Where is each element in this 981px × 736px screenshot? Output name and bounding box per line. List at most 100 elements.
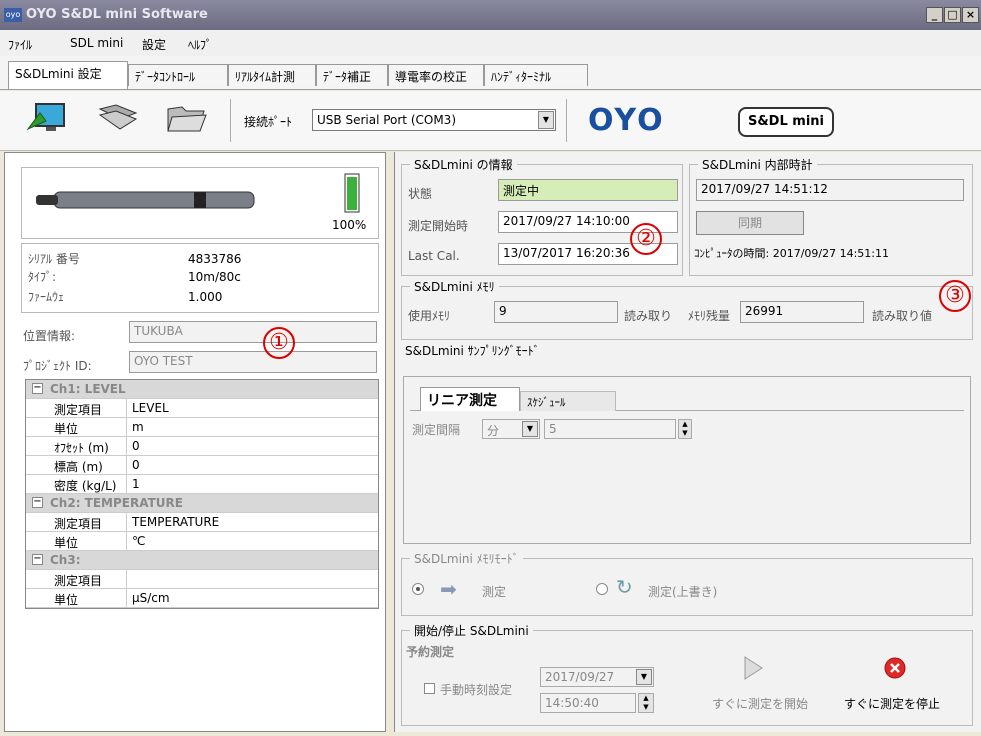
minimize-button[interactable]: _ xyxy=(926,7,943,23)
interval-label: 測定間隔 xyxy=(412,423,461,437)
grid-property-value[interactable]: LEVEL xyxy=(132,401,169,415)
radio-overwrite[interactable] xyxy=(596,583,608,595)
radio-measure[interactable] xyxy=(412,583,424,595)
memory-mode-measure-label: 測定 xyxy=(482,585,507,599)
collapse-icon[interactable]: − xyxy=(32,383,43,394)
read-value-button[interactable]: 読み取り値 xyxy=(872,307,932,324)
clock-group-title: S&DLmini 内部時計 xyxy=(698,156,817,173)
collapse-icon[interactable]: − xyxy=(32,554,43,565)
toolbar: 接続ﾎﾟｰﾄ USB Serial Port (COM3) ▼ OYO S&DL… xyxy=(0,91,981,151)
grid-property-value[interactable]: TEMPERATURE xyxy=(132,515,219,529)
menu-sdlmini[interactable]: SDL mini xyxy=(70,36,123,50)
logger-image xyxy=(36,191,255,209)
interval-spinner[interactable]: ▲ ▼ xyxy=(678,419,692,439)
grid-divider xyxy=(126,475,127,493)
tab-data-correction[interactable]: ﾃﾞｰﾀ補正 xyxy=(316,64,388,86)
chevron-down-icon[interactable]: ▼ xyxy=(522,421,538,437)
grid-property-row[interactable]: 測定項目 LEVEL xyxy=(26,399,378,418)
download-data-icon[interactable] xyxy=(96,101,140,135)
date-select[interactable]: 2017/09/27 ▼ xyxy=(540,667,654,687)
remaining-memory-label: ﾒﾓﾘ残量 xyxy=(688,309,731,323)
grid-property-value[interactable]: 0 xyxy=(132,458,140,472)
grid-divider xyxy=(126,456,127,474)
grid-property-value[interactable]: 1 xyxy=(132,477,140,491)
start-now-button[interactable]: すぐに測定を開始 xyxy=(712,695,808,712)
tab-strip: S&DLmini 設定 ﾃﾞｰﾀｺﾝﾄﾛｰﾙ ﾘｱﾙﾀｲﾑ計測 ﾃﾞｰﾀ補正 導… xyxy=(0,56,981,90)
time-field[interactable]: 14:50:40 xyxy=(540,693,636,713)
grid-property-row[interactable]: 測定項目 TEMPERATURE xyxy=(26,513,378,532)
serial-label: ｼﾘｱﾙ 番号 xyxy=(28,252,80,266)
grid-property-name: 単位 xyxy=(54,536,79,550)
firmware-value: 1.000 xyxy=(188,290,223,304)
grid-divider xyxy=(126,589,127,607)
close-button[interactable]: × xyxy=(962,7,979,23)
grid-category-row[interactable]: − Ch1: LEVEL xyxy=(26,380,378,399)
grid-divider xyxy=(126,532,127,550)
chevron-down-icon[interactable]: ▼ xyxy=(538,111,554,129)
grid-category-row[interactable]: − Ch2: TEMPERATURE xyxy=(26,494,378,513)
project-id-field[interactable]: OYO TEST xyxy=(129,351,377,373)
tab-schedule[interactable]: ｽｹｼﾞｭｰﾙ xyxy=(520,391,616,411)
state-label: 状態 xyxy=(408,187,433,201)
interval-value-field[interactable]: 5 xyxy=(544,419,676,439)
port-select[interactable]: USB Serial Port (COM3) ▼ xyxy=(312,109,556,131)
grid-property-row[interactable]: 密度 (kg/L) 1 xyxy=(26,475,378,494)
tab-handy-terminal[interactable]: ﾊﾝﾃﾞｨﾀｰﾐﾅﾙ xyxy=(484,64,588,86)
sync-button[interactable]: 同期 xyxy=(696,211,804,235)
grid-property-value[interactable]: ℃ xyxy=(132,534,145,548)
chevron-down-icon[interactable]: ▼ xyxy=(636,669,652,685)
menu-help[interactable]: ﾍﾙﾌﾟ xyxy=(188,36,212,53)
stop-now-button[interactable]: すぐに測定を停止 xyxy=(844,695,940,712)
grid-property-name: 単位 xyxy=(54,422,79,436)
project-id-label: ﾌﾟﾛｼﾞｪｸﾄ ID: xyxy=(23,359,92,373)
tab-sdlmini-settings[interactable]: S&DLmini 設定 xyxy=(8,61,128,89)
grid-property-name: 測定項目 xyxy=(54,574,103,588)
time-spinner[interactable]: ▲ ▼ xyxy=(638,693,654,713)
maximize-button[interactable]: □ xyxy=(944,7,961,23)
serial-value: 4833786 xyxy=(188,252,242,266)
manual-time-checkbox[interactable] xyxy=(424,683,435,694)
collapse-icon[interactable]: − xyxy=(32,497,43,508)
connect-icon[interactable] xyxy=(26,101,70,135)
stop-icon[interactable] xyxy=(884,657,906,679)
grid-category-row[interactable]: − Ch3: xyxy=(26,551,378,570)
tab-conductivity-calibration[interactable]: 導電率の校正 xyxy=(388,64,484,86)
grid-property-row[interactable]: 単位 μS/cm xyxy=(26,589,378,608)
open-folder-icon[interactable] xyxy=(164,101,208,135)
device-panel: 100% ｼﾘｱﾙ 番号 4833786 ﾀｲﾌﾟ: 10m/80c ﾌｧｰﾑｳ… xyxy=(4,152,386,732)
interval-unit-value: 分 xyxy=(487,424,500,438)
clock-group: S&DLmini 内部時計 2017/09/27 14:51:12 同期 ｺﾝﾋ… xyxy=(689,156,973,276)
used-memory-label: 使用ﾒﾓﾘ xyxy=(408,309,451,323)
location-field[interactable]: TUKUBA xyxy=(129,321,377,343)
read-button[interactable]: 読み取り xyxy=(624,307,672,324)
battery-icon xyxy=(344,173,360,213)
grid-property-row[interactable]: 測定項目 xyxy=(26,570,378,589)
grid-property-name: 単位 xyxy=(54,593,79,607)
grid-category-label: Ch1: LEVEL xyxy=(50,382,126,396)
grid-property-value[interactable]: 0 xyxy=(132,439,140,453)
type-value: 10m/80c xyxy=(188,270,241,284)
grid-property-row[interactable]: 標高 (m) 0 xyxy=(26,456,378,475)
menu-file[interactable]: ﾌｧｲﾙ xyxy=(8,36,32,53)
grid-property-row[interactable]: 単位 m xyxy=(26,418,378,437)
tab-linear[interactable]: リニア測定 xyxy=(420,387,520,411)
remaining-memory-value: 26991 xyxy=(740,301,864,323)
tab-realtime[interactable]: ﾘｱﾙﾀｲﾑ計測 xyxy=(228,64,316,86)
port-label: 接続ﾎﾟｰﾄ xyxy=(244,115,293,129)
grid-property-row[interactable]: 単位 ℃ xyxy=(26,532,378,551)
menu-settings[interactable]: 設定 xyxy=(142,36,166,53)
grid-property-value[interactable]: m xyxy=(132,420,144,434)
start-stop-title: 開始/停止 S&DLmini xyxy=(410,622,533,639)
start-time-label: 測定開始時 xyxy=(408,219,469,233)
port-select-value: USB Serial Port (COM3) xyxy=(317,113,456,127)
firmware-label: ﾌｧｰﾑｳｪ xyxy=(28,290,65,304)
grid-property-value[interactable]: μS/cm xyxy=(132,591,170,605)
date-value: 2017/09/27 xyxy=(545,670,615,684)
tab-data-control[interactable]: ﾃﾞｰﾀｺﾝﾄﾛｰﾙ xyxy=(128,64,228,86)
type-label: ﾀｲﾌﾟ: xyxy=(28,270,57,284)
internal-clock-value: 2017/09/27 14:51:12 xyxy=(696,179,964,201)
memory-group-title: S&DLmini ﾒﾓﾘ xyxy=(410,278,499,295)
interval-unit-select[interactable]: 分 ▼ xyxy=(482,419,540,439)
grid-property-row[interactable]: ｵﾌｾｯﾄ (m) 0 xyxy=(26,437,378,456)
play-icon[interactable] xyxy=(742,655,764,681)
